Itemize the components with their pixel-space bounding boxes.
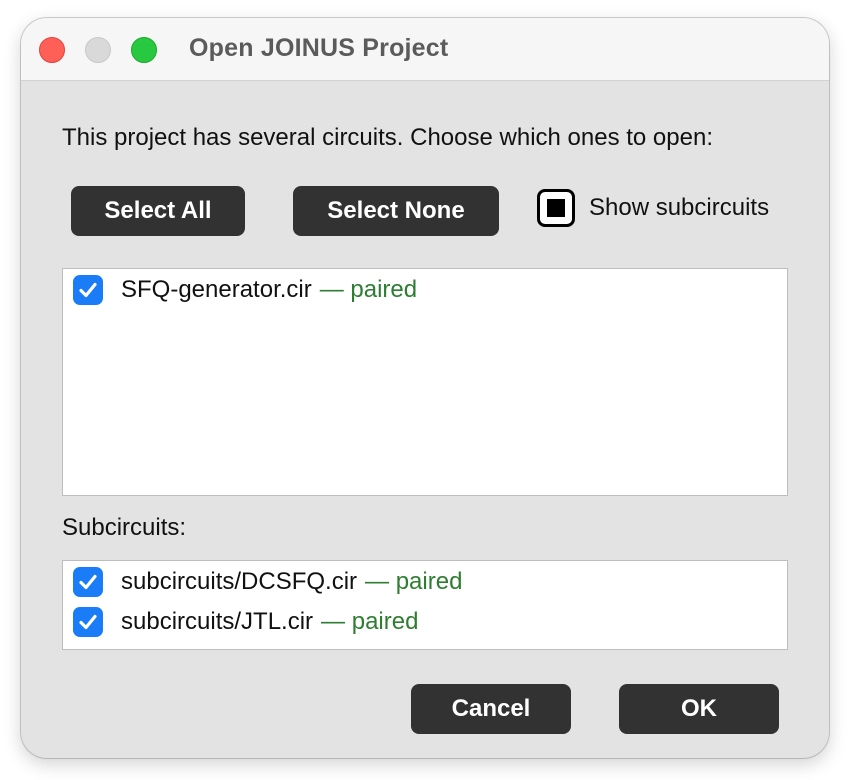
minimize-window-button bbox=[85, 37, 111, 63]
show-subcircuits-label: Show subcircuits bbox=[589, 194, 770, 221]
checkmark-icon[interactable] bbox=[73, 275, 103, 305]
show-subcircuits-checkbox[interactable]: Show subcircuits bbox=[537, 188, 769, 228]
close-window-button[interactable] bbox=[39, 37, 65, 63]
circuit-status: — paired bbox=[319, 276, 418, 303]
select-none-button[interactable]: Select None bbox=[293, 186, 499, 236]
checkmark-icon[interactable] bbox=[73, 567, 103, 597]
title-bar[interactable]: Open JOINUS Project bbox=[21, 18, 829, 81]
ok-button[interactable]: OK bbox=[619, 684, 779, 734]
cancel-button[interactable]: Cancel bbox=[411, 684, 571, 734]
subcircuit-name: subcircuits/JTL.cir bbox=[121, 608, 314, 635]
window-title: Open JOINUS Project bbox=[189, 34, 449, 62]
checkmark-icon[interactable] bbox=[73, 607, 103, 637]
indeterminate-square-icon[interactable] bbox=[537, 189, 575, 227]
dialog-window: Open JOINUS Project This project has sev… bbox=[21, 18, 829, 758]
subcircuits-list[interactable]: subcircuits/DCSFQ.cir — paired subcircui… bbox=[62, 560, 788, 650]
subcircuit-status: — paired bbox=[365, 568, 463, 595]
zoom-window-button[interactable] bbox=[131, 37, 157, 63]
list-item[interactable]: subcircuits/DCSFQ.cir — paired bbox=[73, 565, 462, 599]
list-item[interactable]: subcircuits/JTL.cir — paired bbox=[73, 605, 418, 639]
subcircuit-status: — paired bbox=[321, 608, 419, 635]
prompt-text: This project has several circuits. Choos… bbox=[62, 124, 713, 151]
circuit-name: SFQ-generator.cir bbox=[121, 276, 312, 303]
subcircuits-heading: Subcircuits: bbox=[62, 514, 187, 541]
circuits-list[interactable]: SFQ-generator.cir — paired bbox=[62, 268, 788, 496]
subcircuit-name: subcircuits/DCSFQ.cir bbox=[121, 568, 358, 595]
select-all-button[interactable]: Select All bbox=[71, 186, 245, 236]
list-item[interactable]: SFQ-generator.cir — paired bbox=[73, 273, 417, 307]
